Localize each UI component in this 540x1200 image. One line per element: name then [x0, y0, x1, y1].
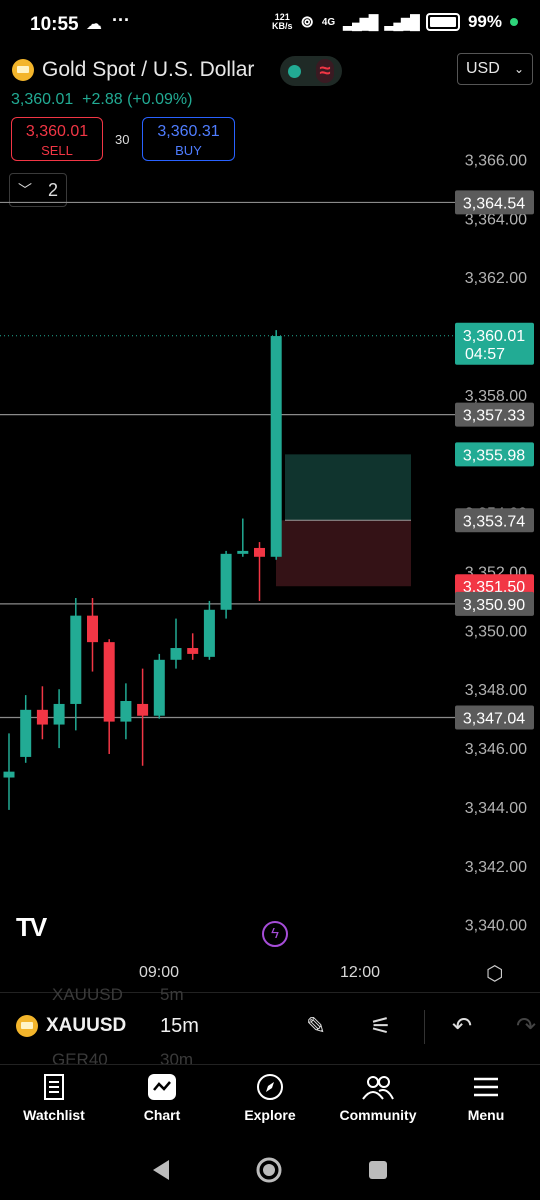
symbol-picker[interactable]: XAUUSD: [16, 1015, 126, 1037]
candle-body: [70, 615, 82, 704]
status-right: 121 KB/s ⊚ 4G ▂▄▆█ ▂▄▆█ 99%: [272, 12, 518, 32]
chevron-down-icon: ⌄: [513, 62, 524, 76]
toolbar-divider: [424, 1010, 425, 1044]
nav-explore[interactable]: Explore: [216, 1065, 324, 1141]
candle-body: [270, 336, 282, 557]
price-tick-label: 3,342.00: [465, 859, 527, 876]
ghost-symbol-above: XAUUSD: [52, 985, 123, 1004]
nav-watchlist[interactable]: Watchlist: [0, 1065, 108, 1141]
candle-body: [36, 709, 48, 725]
people-icon: [362, 1076, 394, 1100]
price-tick-label: 3,340.00: [465, 918, 527, 935]
tradingview-logo: TV: [16, 912, 47, 942]
status-bar: 10:55 ☁ ··· 121 KB/s ⊚ 4G ▂▄▆█ ▂▄▆█ 99%: [0, 0, 540, 50]
battery-icon: [425, 13, 460, 31]
time-axis: 09:00 12:00: [139, 964, 380, 981]
more-dots-icon: ···: [112, 10, 130, 30]
timeframe-picker[interactable]: 15m: [160, 1015, 199, 1038]
gold-bar-icon: [12, 59, 34, 81]
price-tag-label: 3,357.33: [463, 408, 525, 425]
currency-value: USD: [466, 60, 500, 77]
candle-body: [103, 642, 115, 722]
price-tick-label: 3,366.00: [465, 152, 527, 169]
nav-explore-label: Explore: [244, 1107, 296, 1123]
net-speed: 121 KB/s: [271, 12, 293, 31]
nav-menu[interactable]: Menu: [432, 1065, 540, 1141]
price-tick-label: 3,350.00: [465, 623, 527, 640]
privacy-dot-icon: [510, 18, 518, 26]
price-tag-label: 3,355.98: [463, 447, 525, 464]
candle-body: [170, 648, 182, 660]
settings-hex-icon[interactable]: ⬡: [486, 961, 503, 986]
candles: [3, 330, 282, 810]
signal-icon-2: ▂▄▆█: [384, 13, 420, 30]
price-chart[interactable]: 3,366.003,364.003,362.003,360.003,358.00…: [0, 80, 540, 992]
price-tick-label: 3,346.00: [465, 741, 527, 758]
ghost-tf-above: 5m: [160, 985, 184, 1004]
price-tag-label: 3,360.01: [463, 328, 525, 345]
price-tag-label: 3,353.74: [463, 513, 525, 530]
candle-body: [237, 550, 249, 554]
nav-chart[interactable]: Chart: [108, 1065, 216, 1141]
chart-icon: [148, 1074, 176, 1100]
signal-icon: ▂▄▆█: [343, 13, 378, 30]
candle-body: [153, 659, 165, 716]
market-open-icon: [287, 64, 301, 78]
gold-bar-icon: [16, 1015, 38, 1037]
network-label: 4G: [321, 16, 336, 28]
candle-body: [120, 701, 132, 722]
redo-icon[interactable]: ↷: [516, 1012, 536, 1041]
menu-icon: [474, 1077, 498, 1097]
cloud-icon: ☁: [86, 16, 102, 33]
system-nav: [0, 1140, 540, 1200]
bottom-nav: Watchlist Chart Explore Community Menu: [0, 1064, 540, 1141]
price-tag-label: 3,350.90: [463, 597, 525, 614]
price-tick-label: 3,344.00: [465, 800, 527, 817]
price-tag-label: 3,347.04: [463, 710, 525, 727]
take-profit-zone: [285, 454, 411, 521]
price-tick-label: 3,362.00: [465, 270, 527, 287]
flash-icon[interactable]: ϟ: [262, 921, 288, 947]
price-tag-countdown: 04:57: [465, 346, 505, 363]
watchlist-icon: [44, 1074, 64, 1100]
undo-icon[interactable]: ↶: [452, 1012, 472, 1041]
nav-community-label: Community: [339, 1107, 417, 1123]
battery-level: 99%: [467, 12, 502, 31]
symbol-header[interactable]: Gold Spot / U.S. Dollar: [12, 58, 254, 82]
symbol-title: Gold Spot / U.S. Dollar: [42, 58, 255, 81]
position-tool[interactable]: [276, 454, 411, 587]
candle-body: [87, 615, 98, 643]
candle-body: [53, 703, 65, 725]
recents-icon[interactable]: [367, 1159, 389, 1181]
status-time: 10:55: [30, 14, 79, 35]
stop-loss-zone: [276, 520, 411, 587]
candle-body: [20, 709, 32, 757]
price-tick-label: 3,358.00: [465, 388, 527, 405]
candle-body: [254, 547, 265, 557]
candle-body: [203, 609, 215, 657]
hotspot-icon: ⊚: [300, 14, 314, 31]
price-tag-label: 3,364.54: [463, 195, 525, 212]
back-icon[interactable]: [151, 1158, 171, 1182]
candle-body: [220, 553, 232, 610]
indicators-icon[interactable]: ⚟: [370, 1012, 392, 1041]
home-icon[interactable]: [255, 1156, 283, 1184]
nav-menu-label: Menu: [467, 1107, 505, 1123]
candle-body: [137, 703, 149, 716]
price-axis: 3,366.003,364.003,362.003,360.003,358.00…: [465, 152, 527, 934]
time-tick-label: 09:00: [139, 964, 179, 981]
compass-icon: [257, 1074, 283, 1100]
nav-community[interactable]: Community: [324, 1065, 432, 1141]
candle-body: [3, 771, 15, 778]
nav-chart-label: Chart: [143, 1107, 181, 1123]
toolbar-symbol: XAUUSD: [46, 1015, 127, 1036]
price-tick-label: 3,348.00: [465, 682, 527, 699]
nav-watchlist-label: Watchlist: [23, 1107, 85, 1123]
pencil-icon[interactable]: ✎: [306, 1012, 326, 1041]
candle-body: [187, 648, 199, 654]
time-tick-label: 12:00: [340, 964, 380, 981]
